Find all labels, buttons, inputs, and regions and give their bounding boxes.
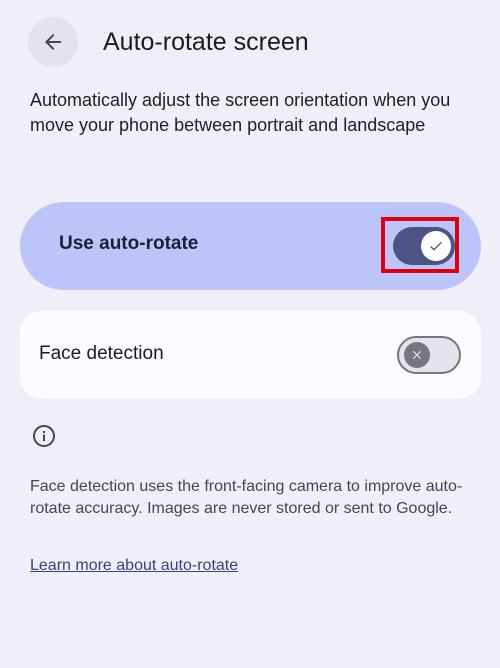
face-detection-info-text: Face detection uses the front-facing cam…: [30, 478, 463, 517]
use-auto-rotate-label: Use auto-rotate: [59, 233, 199, 254]
page-title: Auto-rotate screen: [103, 28, 309, 56]
learn-more-link[interactable]: Learn more about auto-rotate: [30, 555, 238, 577]
use-auto-rotate-row[interactable]: Use auto-rotate: [20, 202, 481, 290]
arrow-back-icon: [45, 34, 61, 50]
page-description: Automatically adjust the screen orientat…: [30, 90, 451, 135]
back-button[interactable]: [28, 17, 78, 67]
face-detection-label: Face detection: [39, 343, 164, 364]
info-icon: [33, 425, 55, 447]
highlight-box: [381, 217, 459, 273]
face-detection-toggle[interactable]: [397, 336, 461, 374]
toggle-thumb: [404, 342, 430, 368]
face-detection-row[interactable]: Face detection: [20, 311, 481, 399]
close-icon: [412, 350, 422, 360]
app-bar: Auto-rotate screen: [0, 0, 500, 86]
